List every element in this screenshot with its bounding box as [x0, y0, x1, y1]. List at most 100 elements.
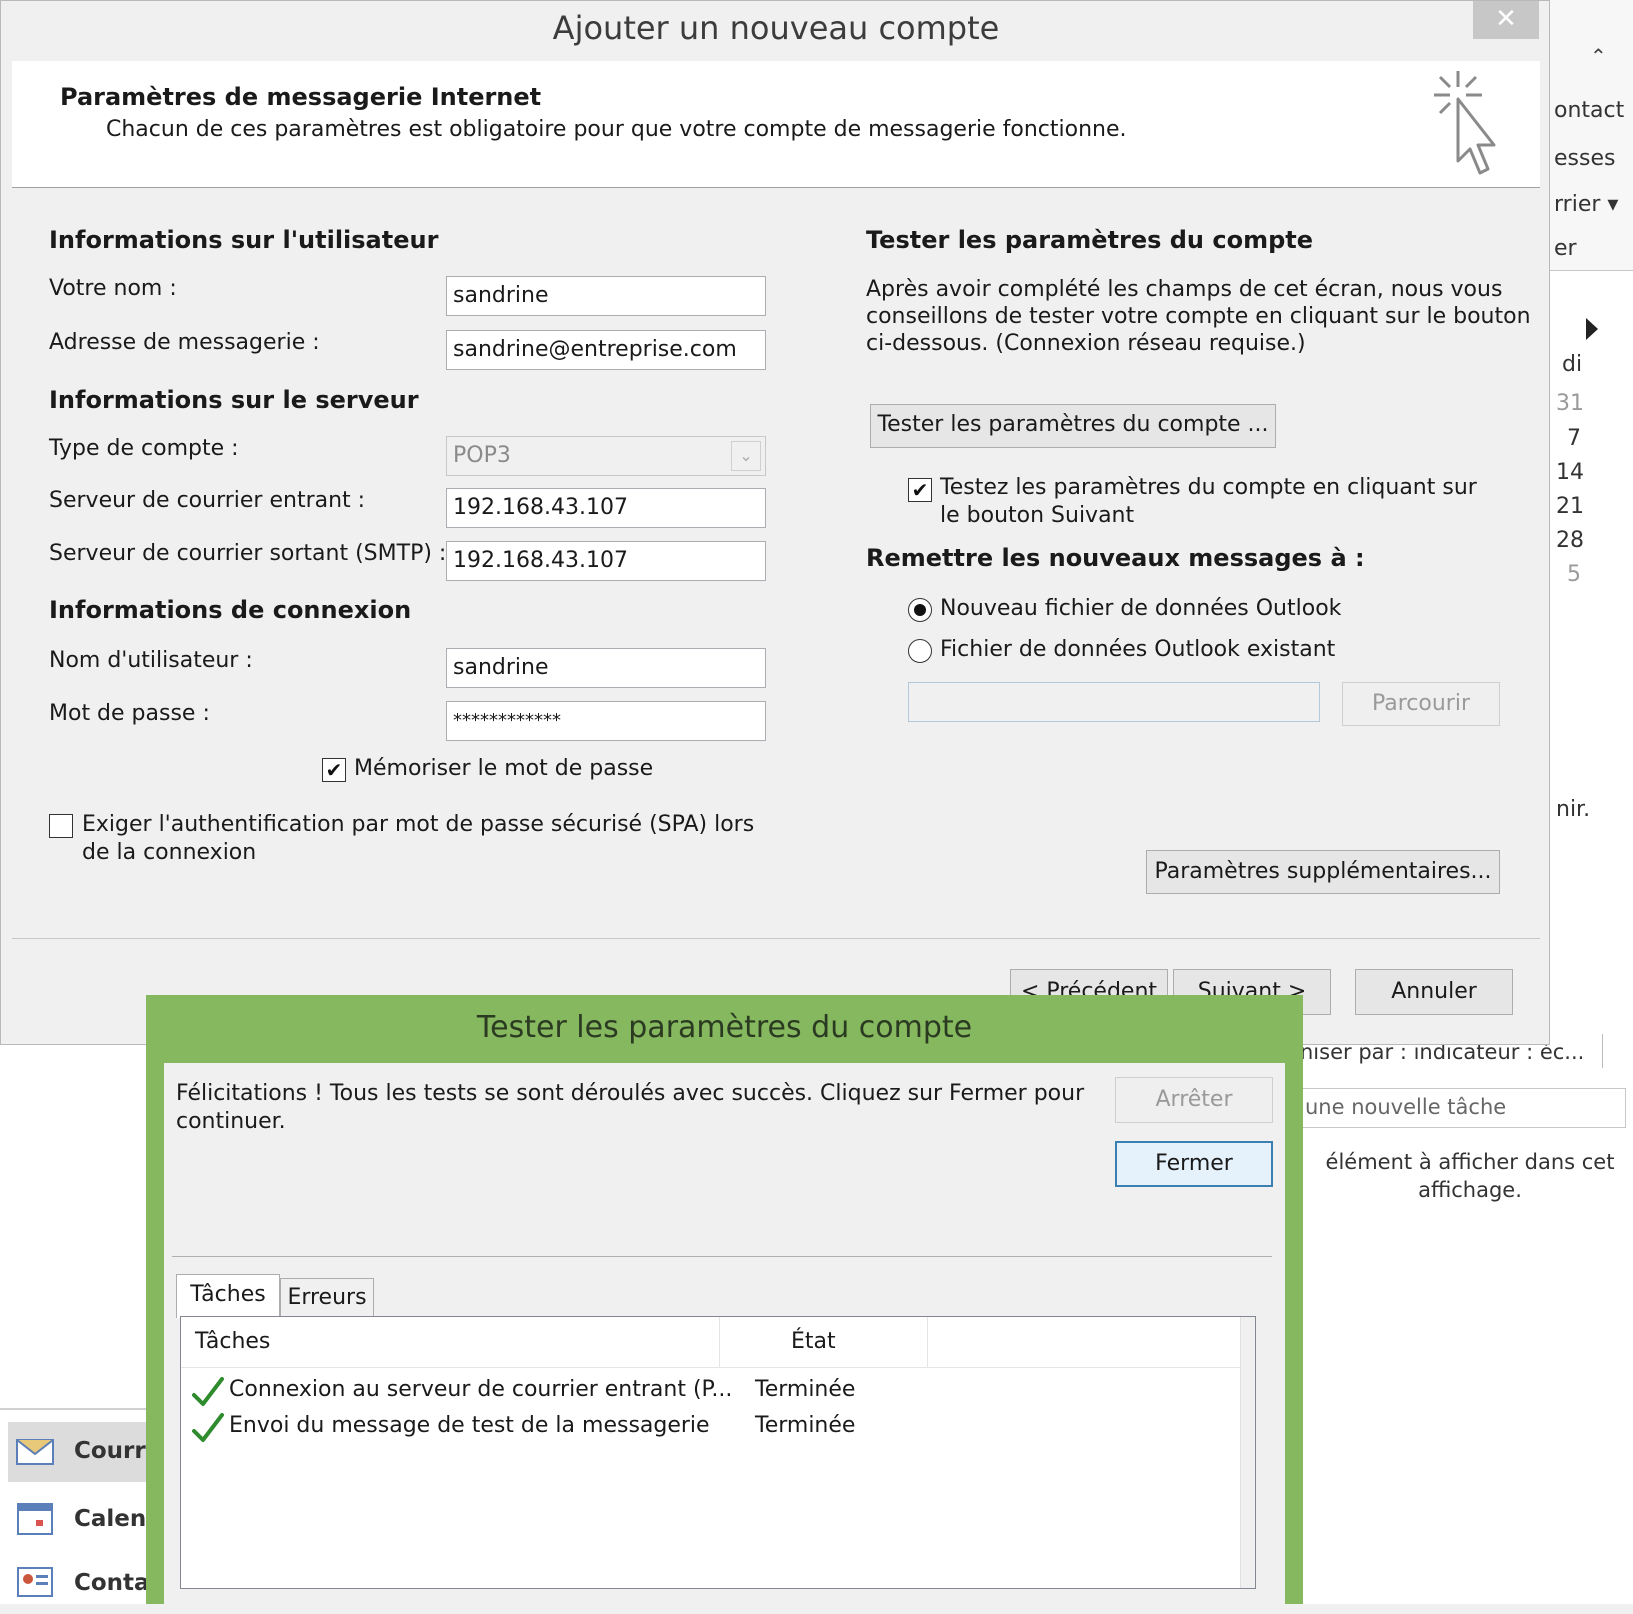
- calendar-icon: [17, 1503, 53, 1535]
- username-field[interactable]: sandrine: [446, 648, 766, 688]
- nav-mail-label: Courri: [74, 1438, 154, 1464]
- calendar-weekday: di: [1562, 352, 1583, 377]
- calendar-day[interactable]: 21: [1556, 494, 1584, 519]
- username-label: Nom d'utilisateur :: [49, 648, 253, 673]
- test-description-line2: conseillons de tester votre compte en cl…: [866, 304, 1531, 329]
- tab-tasks[interactable]: Tâches: [176, 1274, 280, 1318]
- existing-data-file-label: Fichier de données Outlook existant: [940, 637, 1336, 662]
- close-icon[interactable]: ✕: [1473, 1, 1539, 39]
- header-subtitle: Chacun de ces paramètres est obligatoire…: [106, 117, 1127, 142]
- divider: [719, 1317, 720, 1367]
- outgoing-server-field[interactable]: 192.168.43.107: [446, 541, 766, 581]
- calendar-day[interactable]: 28: [1556, 528, 1584, 553]
- ribbon-fragment-adresses[interactable]: esses: [1554, 146, 1615, 171]
- nav-contacts[interactable]: Conta: [8, 1554, 160, 1614]
- header-title: Paramètres de messagerie Internet: [60, 83, 542, 111]
- cancel-button[interactable]: Annuler: [1355, 969, 1513, 1015]
- ribbon-collapse-icon[interactable]: ⌃: [1590, 44, 1607, 68]
- outgoing-server-label: Serveur de courrier sortant (SMTP) :: [49, 541, 447, 566]
- dialog-header: Paramètres de messagerie Internet Chacun…: [12, 61, 1540, 188]
- auto-test-label-line1: Testez les paramètres du compte en cliqu…: [940, 475, 1477, 500]
- account-type-label: Type de compte :: [49, 436, 239, 461]
- email-field[interactable]: sandrine@entreprise.com: [446, 330, 766, 370]
- ribbon-fragment-contact[interactable]: ontact: [1554, 98, 1624, 123]
- spa-checkbox[interactable]: [49, 814, 73, 838]
- divider: [172, 1256, 1272, 1257]
- new-task-placeholder: une nouvelle tâche: [1305, 1095, 1507, 1119]
- browse-button: Parcourir: [1342, 682, 1500, 726]
- new-task-input[interactable]: une nouvelle tâche: [1300, 1088, 1626, 1128]
- account-type-select: POP3 ⌄: [446, 436, 766, 476]
- table-row[interactable]: Connexion au serveur de courrier entrant…: [181, 1373, 1255, 1409]
- spa-label-line1: Exiger l'authentification par mot de pas…: [82, 812, 755, 837]
- test-dialog-body: Félicitations ! Tous les tests se sont d…: [164, 1063, 1285, 1604]
- task-state: Terminée: [755, 1377, 856, 1402]
- tab-errors[interactable]: Erreurs: [280, 1278, 374, 1318]
- close-button[interactable]: Fermer: [1115, 1141, 1273, 1187]
- email-label: Adresse de messagerie :: [49, 330, 320, 355]
- password-label: Mot de passe :: [49, 701, 210, 726]
- dialog-body: Informations sur l'utilisateur Votre nom…: [12, 188, 1540, 939]
- success-message-line2: continuer.: [176, 1109, 286, 1134]
- nav-mail[interactable]: Courri: [8, 1422, 160, 1482]
- more-settings-button[interactable]: Paramètres supplémentaires...: [1146, 850, 1500, 894]
- deliver-to-heading: Remettre les nouveaux messages à :: [866, 544, 1365, 572]
- nav-calendar[interactable]: Calend: [8, 1490, 163, 1550]
- auto-test-label-line2: le bouton Suivant: [940, 503, 1135, 528]
- test-account-button[interactable]: Tester les paramètres du compte ...: [870, 404, 1276, 448]
- tasks-list: Tâches État Connexion au serveur de cour…: [180, 1316, 1256, 1589]
- divider: [0, 1408, 160, 1410]
- empty-view-message: élément à afficher dans cet affichage.: [1325, 1150, 1615, 1202]
- column-tasks[interactable]: Tâches: [195, 1329, 270, 1354]
- tasks-pane: niser par : indicateur : éc... une nouve…: [1300, 1020, 1633, 1604]
- calendar-day[interactable]: 5: [1567, 562, 1581, 587]
- column-state[interactable]: État: [791, 1329, 836, 1354]
- incoming-server-label: Serveur de courrier entrant :: [49, 488, 366, 513]
- cursor-sparkle-icon: [1434, 71, 1496, 175]
- navigation-pane: Courri Calend Conta: [0, 1040, 163, 1604]
- test-description-line3: ci-dessous. (Connexion réseau requise.): [866, 331, 1306, 356]
- task-state: Terminée: [755, 1413, 856, 1438]
- ribbon-fragment-er[interactable]: er: [1554, 236, 1577, 261]
- account-type-value: POP3: [453, 443, 511, 468]
- divider: [1602, 1034, 1603, 1068]
- task-name: Envoi du message de test de la messageri…: [229, 1413, 710, 1438]
- test-dialog-title: Tester les paramètres du compte: [476, 1010, 973, 1045]
- fragment-text: nir.: [1556, 797, 1591, 822]
- nav-contacts-label: Conta: [74, 1570, 150, 1596]
- incoming-server-field[interactable]: 192.168.43.107: [446, 488, 766, 528]
- calendar-day[interactable]: 31: [1556, 391, 1584, 416]
- add-account-dialog: Ajouter un nouveau compte ✕ Paramètres d…: [0, 0, 1550, 1045]
- divider: [927, 1317, 928, 1367]
- auto-test-checkbox[interactable]: ✔: [908, 478, 932, 502]
- name-label: Votre nom :: [49, 276, 177, 301]
- calendar-day[interactable]: 7: [1567, 426, 1581, 451]
- check-icon: [192, 1377, 224, 1406]
- name-field[interactable]: sandrine: [446, 276, 766, 316]
- success-message-line1: Félicitations ! Tous les tests se sont d…: [176, 1081, 1085, 1106]
- chevron-down-icon: ⌄: [731, 441, 761, 471]
- check-icon: [192, 1413, 224, 1442]
- mail-icon: [16, 1439, 54, 1465]
- existing-file-path-field: [908, 682, 1320, 722]
- password-field[interactable]: ************: [446, 701, 766, 741]
- calendar-day[interactable]: 14: [1556, 460, 1584, 485]
- remember-password-label: Mémoriser le mot de passe: [354, 756, 654, 781]
- remember-password-checkbox[interactable]: ✔: [322, 758, 346, 782]
- table-row[interactable]: Envoi du message de test de la messageri…: [181, 1409, 1255, 1445]
- contacts-icon: [17, 1567, 53, 1597]
- tasks-list-header: Tâches État: [181, 1317, 1255, 1368]
- tasks-list-scrollbar[interactable]: [1240, 1317, 1255, 1588]
- test-description-line1: Après avoir complété les champs de cet é…: [866, 277, 1503, 302]
- calendar-next-arrow-icon[interactable]: [1586, 318, 1598, 340]
- spa-label-line2: de la connexion: [82, 840, 257, 865]
- ribbon-fragment-courrier[interactable]: rrier ▾: [1554, 192, 1618, 217]
- existing-data-file-radio[interactable]: [908, 639, 932, 663]
- logon-info-heading: Informations de connexion: [49, 596, 412, 624]
- new-data-file-radio[interactable]: [908, 598, 932, 622]
- dialog-title: Ajouter un nouveau compte: [552, 9, 1000, 47]
- stop-button: Arrêter: [1115, 1077, 1273, 1123]
- task-name: Connexion au serveur de courrier entrant…: [229, 1377, 733, 1402]
- outlook-ribbon-fragment: ⌃ ontact esses rrier ▾ er: [1550, 0, 1633, 271]
- server-info-heading: Informations sur le serveur: [49, 386, 419, 414]
